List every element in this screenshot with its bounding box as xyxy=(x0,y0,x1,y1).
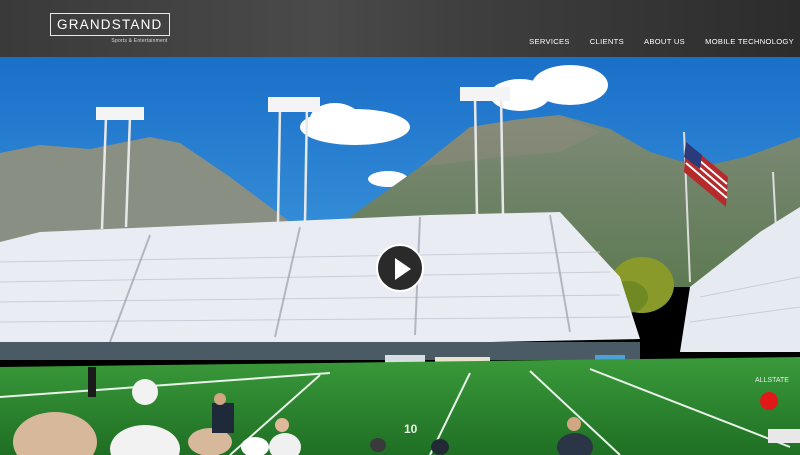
hero-video[interactable]: 10 ALLSTATE xyxy=(0,57,800,455)
brand-name: GRANDSTAND xyxy=(50,13,170,36)
brand-tagline: Sports & Entertainment xyxy=(111,38,168,44)
nav-mobile-technology[interactable]: MOBILE TECHNOLOGY xyxy=(705,37,794,46)
play-icon xyxy=(395,258,411,280)
yard-marker: 10 xyxy=(404,422,418,436)
brand-logo[interactable]: GRANDSTAND Sports & Entertainment xyxy=(50,13,170,44)
field-banner: ALLSTATE xyxy=(755,377,789,384)
main-nav: SERVICES CLIENTS ABOUT US MOBILE TECHNOL… xyxy=(509,37,794,46)
grandstand-main xyxy=(0,212,640,352)
nav-services[interactable]: SERVICES xyxy=(529,37,570,46)
site-header: GRANDSTAND Sports & Entertainment SERVIC… xyxy=(0,0,800,57)
record-indicator-icon xyxy=(760,392,778,410)
nav-about-us[interactable]: ABOUT US xyxy=(644,37,685,46)
play-button[interactable] xyxy=(376,244,424,292)
nav-clients[interactable]: CLIENTS xyxy=(590,37,624,46)
